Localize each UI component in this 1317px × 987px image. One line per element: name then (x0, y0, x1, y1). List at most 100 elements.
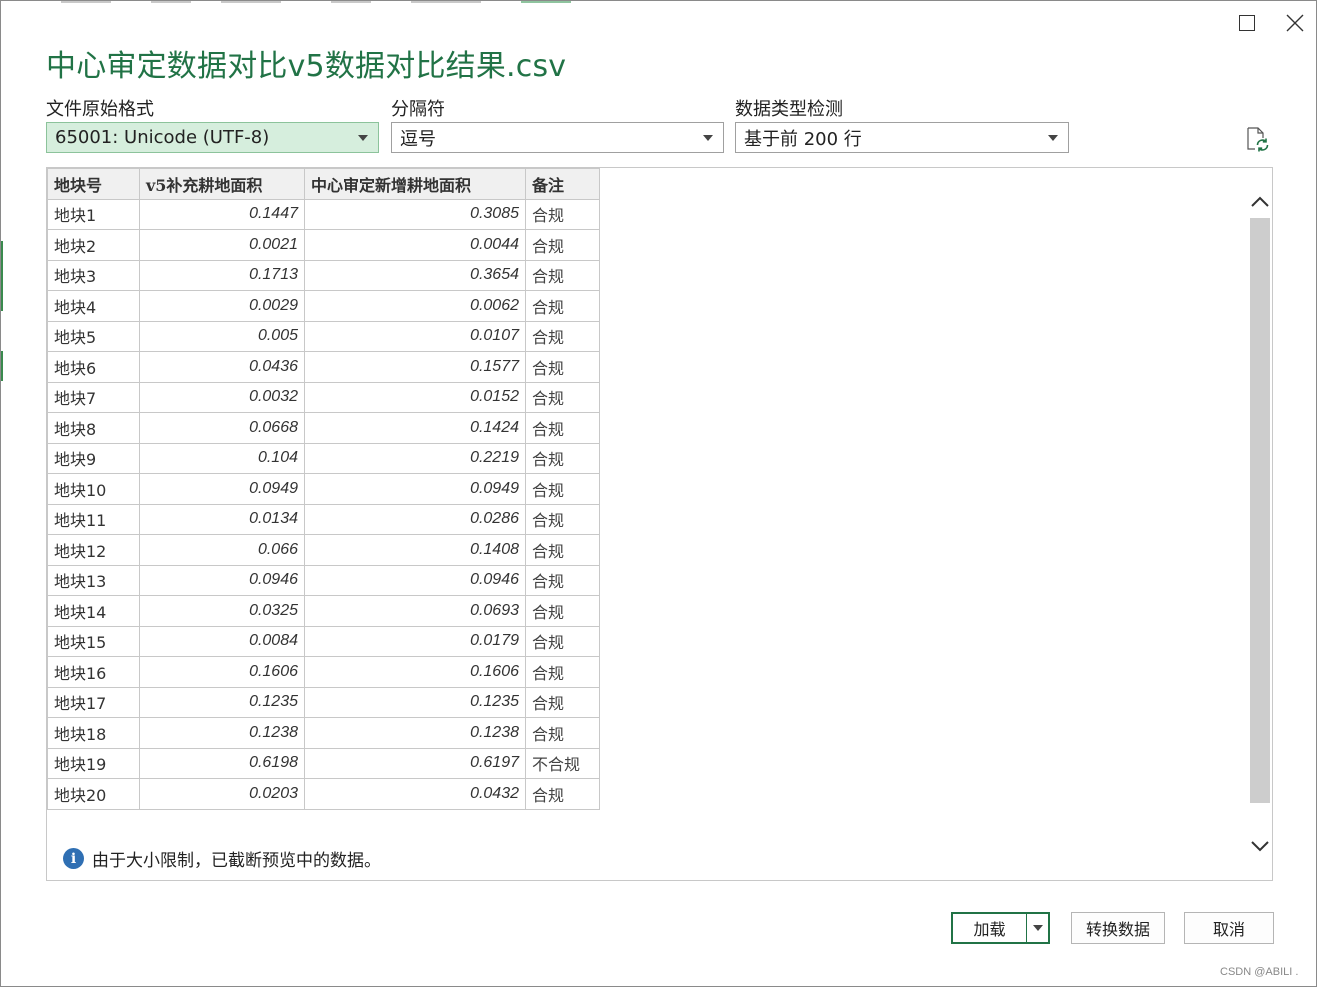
table-cell: 0.6197 (304, 747, 526, 779)
table-cell: 0.0203 (139, 778, 305, 810)
table-row: 地块2 0.0021 0.0044 合规 (47, 229, 600, 261)
table-cell: 0.0107 (304, 320, 526, 352)
table-cell: 0.0436 (139, 351, 305, 383)
table-cell: 合规 (525, 442, 600, 474)
table-row: 地块18 0.1238 0.1238 合规 (47, 717, 600, 749)
encoding-label: 文件原始格式 (46, 99, 154, 120)
table-cell: 0.0062 (304, 290, 526, 322)
table-cell: 0.0152 (304, 381, 526, 413)
detection-label: 数据类型检测 (735, 99, 843, 120)
cancel-button[interactable]: 取消 (1184, 912, 1274, 944)
chevron-down-icon (1250, 840, 1269, 851)
vertical-scrollbar[interactable] (1247, 168, 1272, 880)
chevron-down-icon (1032, 925, 1043, 931)
table-row: 地块13 0.0946 0.0946 合规 (47, 564, 600, 596)
chevron-down-icon (1038, 134, 1068, 141)
table-cell: 合规 (525, 412, 600, 444)
close-icon (1286, 14, 1304, 32)
column-header[interactable]: 备注 (525, 168, 600, 200)
table-cell: 0.3085 (304, 198, 526, 230)
table-cell: 0.1447 (139, 198, 305, 230)
scroll-up-button[interactable] (1247, 186, 1272, 216)
load-options-button[interactable] (1027, 914, 1048, 942)
table-cell: 0.0432 (304, 778, 526, 810)
table-row: 地块11 0.0134 0.0286 合规 (47, 503, 600, 535)
encoding-select[interactable]: 65001: Unicode (UTF-8) (46, 122, 379, 153)
header-row: 地块号 v5补充耕地面积 中心审定新增耕地面积 备注 (47, 168, 600, 200)
table-cell: 0.0949 (304, 473, 526, 505)
import-dialog: 中心审定数据对比v5数据对比结果.csv 文件原始格式 65001: Unico… (0, 0, 1317, 987)
table-cell: 地块3 (47, 259, 140, 291)
table-body: 地块1 0.1447 0.3085 合规 地块2 0.0021 0.0044 合规 地块3 0.1… (47, 198, 600, 810)
table-cell: 0.0693 (304, 595, 526, 627)
table-row: 地块9 0.104 0.2219 合规 (47, 442, 600, 474)
table-cell: 0.104 (139, 442, 305, 474)
table-row: 地块1 0.1447 0.3085 合规 (47, 198, 600, 230)
table-cell: 合规 (525, 503, 600, 535)
table-cell: 地块16 (47, 656, 140, 688)
column-header[interactable]: v5补充耕地面积 (139, 168, 305, 200)
table-cell: 0.1713 (139, 259, 305, 291)
close-button[interactable] (1279, 9, 1311, 37)
table-cell: 地块1 (47, 198, 140, 230)
detection-value: 基于前 200 行 (744, 128, 862, 150)
table-row: 地块6 0.0436 0.1577 合规 (47, 351, 600, 383)
table-cell: 0.0084 (139, 625, 305, 657)
detection-select[interactable]: 基于前 200 行 (735, 122, 1069, 153)
load-split-button: 加载 (951, 912, 1050, 944)
table-cell: 合规 (525, 625, 600, 657)
table-cell: 合规 (525, 381, 600, 413)
table-cell: 合规 (525, 717, 600, 749)
table-cell: 合规 (525, 259, 600, 291)
chevron-up-icon (1250, 196, 1269, 207)
background-window-edge-top (61, 1, 601, 4)
scroll-down-button[interactable] (1247, 831, 1272, 861)
table-cell: 0.0949 (139, 473, 305, 505)
table-cell: 地块9 (47, 442, 140, 474)
table-cell: 地块7 (47, 381, 140, 413)
table-cell: 地块13 (47, 564, 140, 596)
table-cell: 合规 (525, 564, 600, 596)
table-cell: 地块12 (47, 534, 140, 566)
table-cell: 地块14 (47, 595, 140, 627)
table-row: 地块19 0.6198 0.6197 不合规 (47, 747, 600, 779)
table-cell: 0.0044 (304, 229, 526, 261)
scrollbar-thumb[interactable] (1250, 218, 1270, 803)
table-row: 地块15 0.0084 0.0179 合规 (47, 625, 600, 657)
table-cell: 0.0946 (139, 564, 305, 596)
table-cell: 不合规 (525, 747, 600, 779)
column-header[interactable]: 地块号 (47, 168, 140, 200)
table-cell: 0.0325 (139, 595, 305, 627)
table-row: 地块14 0.0325 0.0693 合规 (47, 595, 600, 627)
table-row: 地块5 0.005 0.0107 合规 (47, 320, 600, 352)
refresh-button[interactable] (1244, 126, 1270, 152)
table-cell: 合规 (525, 534, 600, 566)
table-row: 地块20 0.0203 0.0432 合规 (47, 778, 600, 810)
table-cell: 0.6198 (139, 747, 305, 779)
table-cell: 0.1577 (304, 351, 526, 383)
table-cell: 0.0029 (139, 290, 305, 322)
table-row: 地块12 0.066 0.1408 合规 (47, 534, 600, 566)
table-cell: 0.1238 (304, 717, 526, 749)
column-header[interactable]: 中心审定新增耕地面积 (304, 168, 526, 200)
refresh-icon (1247, 127, 1269, 152)
load-button[interactable]: 加载 (953, 914, 1027, 942)
table-cell: 地块10 (47, 473, 140, 505)
preview-table: 地块号 v5补充耕地面积 中心审定新增耕地面积 备注 地块1 0.1447 0.30… (47, 168, 600, 810)
transform-data-button[interactable]: 转换数据 (1071, 912, 1165, 944)
table-cell: 合规 (525, 198, 600, 230)
table-cell: 地块17 (47, 686, 140, 718)
maximize-button[interactable] (1231, 9, 1263, 37)
table-cell: 地块4 (47, 290, 140, 322)
table-cell: 地块8 (47, 412, 140, 444)
table-cell: 地块11 (47, 503, 140, 535)
table-cell: 合规 (525, 229, 600, 261)
table-cell: 0.0134 (139, 503, 305, 535)
table-cell: 0.3654 (304, 259, 526, 291)
table-cell: 0.0032 (139, 381, 305, 413)
delimiter-select[interactable]: 逗号 (391, 122, 724, 153)
table-cell: 0.1606 (139, 656, 305, 688)
table-cell: 0.0021 (139, 229, 305, 261)
table-cell: 0.0946 (304, 564, 526, 596)
encoding-value: 65001: Unicode (UTF-8) (55, 127, 270, 148)
